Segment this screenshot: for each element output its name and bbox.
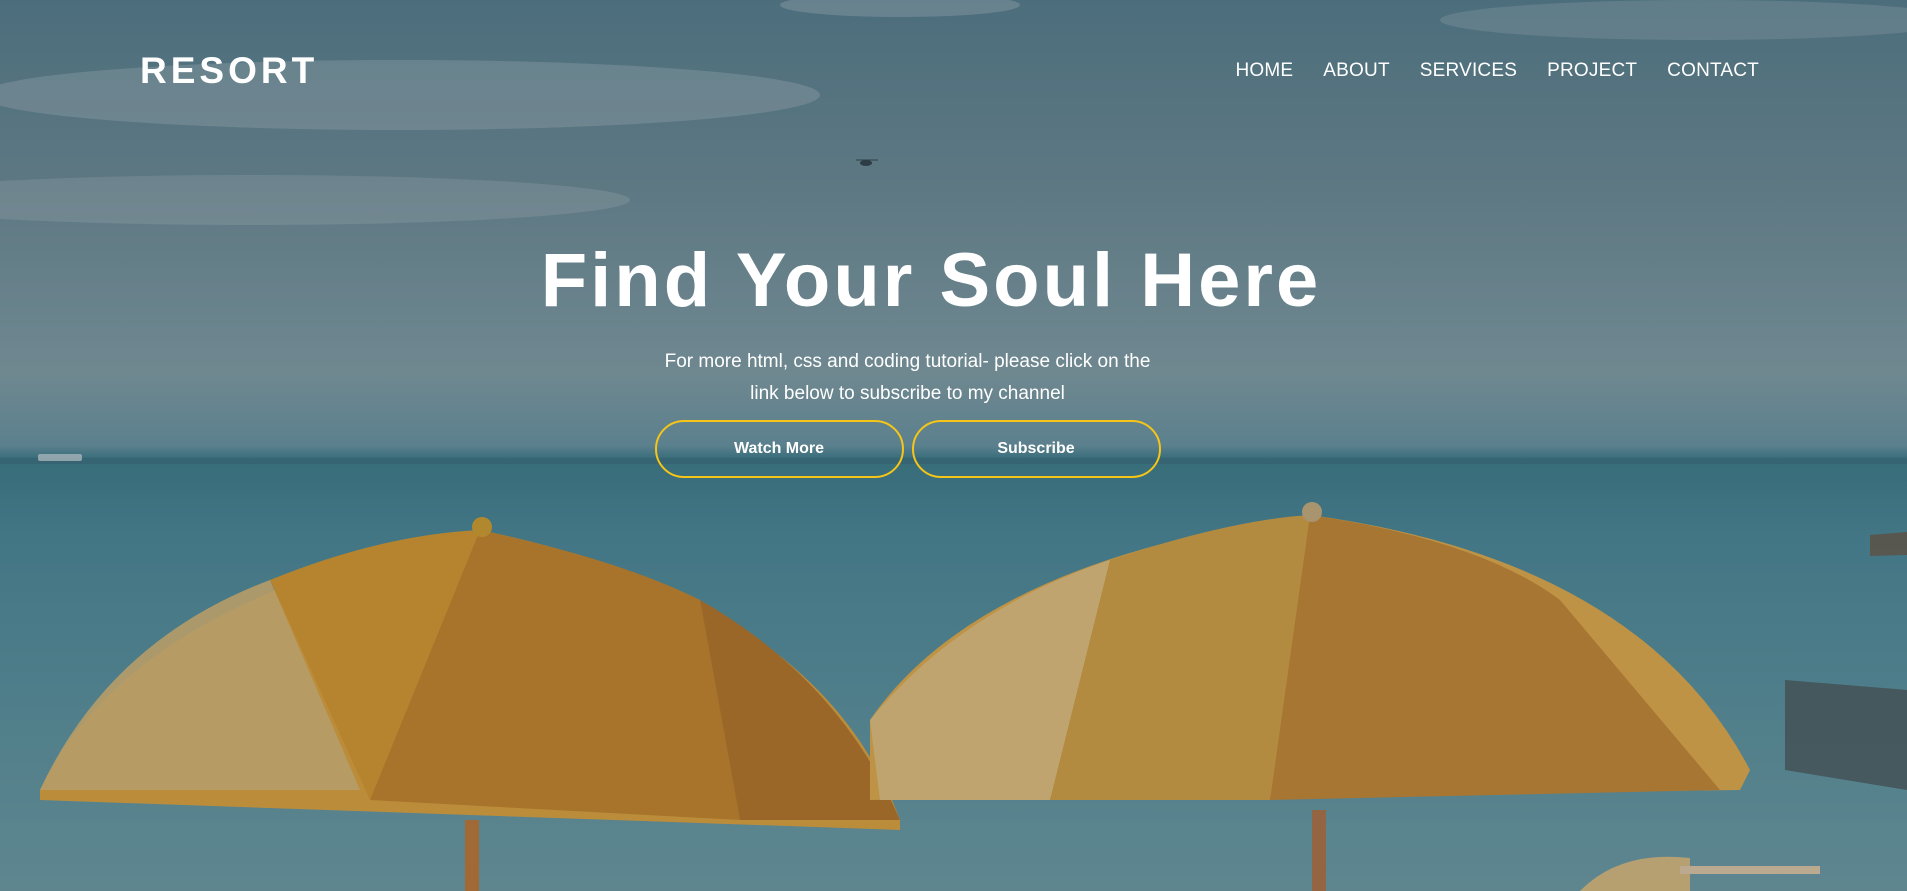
nav-link-home[interactable]: HOME bbox=[1235, 60, 1293, 82]
watch-more-button[interactable]: Watch More bbox=[654, 420, 904, 478]
navbar: RESORT HOME ABOUT SERVICES PROJECT CONTA… bbox=[140, 50, 1759, 92]
nav-item-contact: CONTACT bbox=[1667, 60, 1759, 82]
nav-link-about[interactable]: ABOUT bbox=[1323, 60, 1389, 82]
nav-item-services: SERVICES bbox=[1420, 60, 1517, 82]
hero-subtitle: For more html, css and coding tutorial- … bbox=[664, 351, 1151, 404]
subscribe-button[interactable]: Subscribe bbox=[911, 420, 1161, 478]
nav-link-project[interactable]: PROJECT bbox=[1547, 60, 1637, 82]
hero-title: Find Your Soul Here bbox=[540, 238, 1322, 323]
nav-item-home: HOME bbox=[1235, 60, 1293, 82]
nav-menu: HOME ABOUT SERVICES PROJECT CONTACT bbox=[1235, 60, 1759, 82]
hero-content: Find Your Soul Here For more html, css a… bbox=[0, 236, 1907, 478]
hero-section: RESORT HOME ABOUT SERVICES PROJECT CONTA… bbox=[0, 0, 1907, 891]
nav-item-about: ABOUT bbox=[1323, 60, 1389, 82]
logo[interactable]: RESORT bbox=[140, 50, 318, 92]
nav-item-project: PROJECT bbox=[1547, 60, 1637, 82]
nav-link-services[interactable]: SERVICES bbox=[1420, 60, 1517, 82]
hero-buttons: Watch More Subscribe bbox=[0, 420, 1861, 478]
nav-link-contact[interactable]: CONTACT bbox=[1667, 60, 1759, 82]
